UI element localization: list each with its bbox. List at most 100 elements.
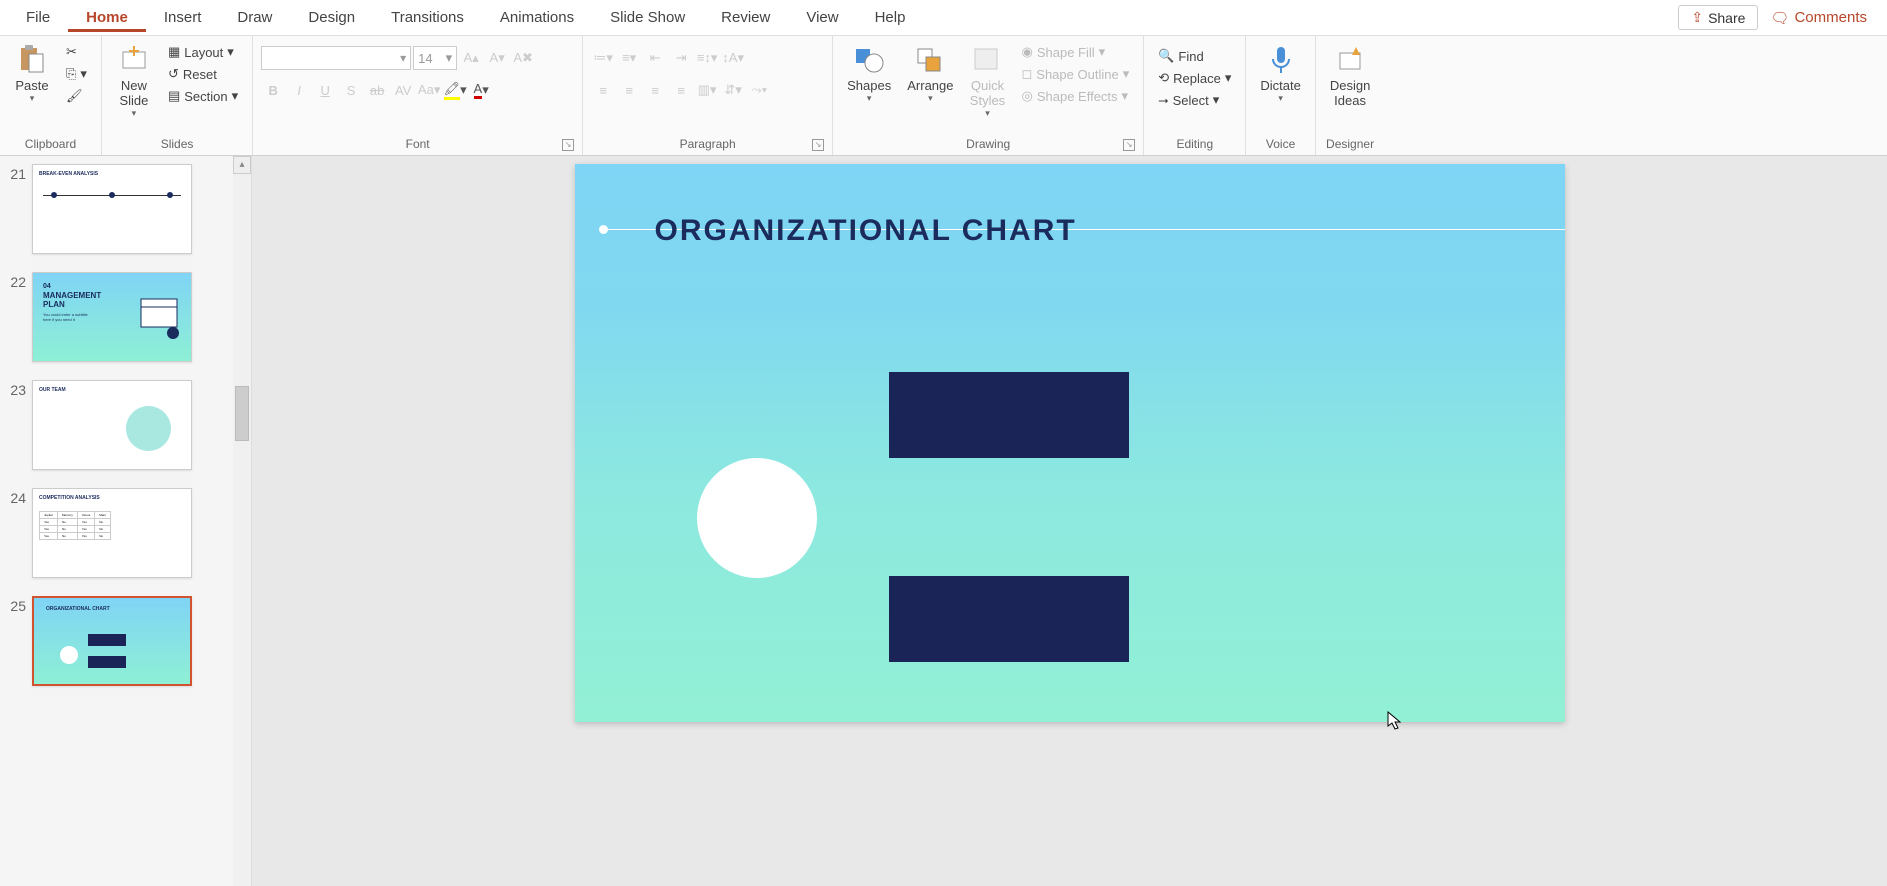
share-icon: ⇪ [1691,9,1703,26]
shape-fill-button[interactable]: ◉Shape Fill▾ [1017,42,1133,62]
tab-animations[interactable]: Animations [482,3,592,32]
design-ideas-button[interactable]: Design Ideas [1324,40,1376,112]
slide-thumbnail-24[interactable]: 24 COMPETITION ANALYSIS JupiterMercuryVe… [4,488,229,578]
gear-illustration-icon [126,406,171,451]
change-case-button[interactable]: Aa▾ [417,78,441,102]
spacing-button[interactable]: AV [391,78,415,102]
circle-shape[interactable] [697,458,817,578]
scrollbar-thumb[interactable] [235,386,249,441]
thumb-rect-shape [88,656,126,668]
shapes-icon [853,44,885,76]
scrollbar-track[interactable] [233,174,251,886]
slide-thumbnail-22[interactable]: 22 04 MANAGEMENT PLAN You could enter a … [4,272,229,362]
scroll-up-button[interactable]: ▴ [233,156,251,174]
paste-label: Paste [15,78,48,93]
share-button[interactable]: ⇪ Share [1678,5,1758,30]
italic-button[interactable]: I [287,78,311,102]
justify-button[interactable]: ≡ [669,78,693,102]
tab-slideshow[interactable]: Slide Show [592,3,703,32]
arrange-button[interactable]: Arrange▾ [901,40,959,108]
font-size-combo[interactable]: 14▾ [413,46,457,70]
slide-thumbnail-25[interactable]: 25 ORGANIZATIONAL CHART [4,596,229,686]
outline-icon: ◻ [1021,66,1032,82]
tab-help[interactable]: Help [857,3,924,32]
group-label-editing: Editing [1152,135,1237,153]
dictate-button[interactable]: Dictate▾ [1254,40,1306,108]
group-label-voice: Voice [1254,135,1306,153]
tab-draw[interactable]: Draw [219,3,290,32]
indent-button[interactable]: ⇥ [669,46,693,70]
tab-review[interactable]: Review [703,3,788,32]
shape-effects-button[interactable]: ◎Shape Effects▾ [1017,86,1133,106]
new-slide-label: New Slide [119,78,148,108]
font-color-button[interactable]: A▾ [469,78,493,102]
thumb-number: 22 [4,272,26,290]
paste-button[interactable]: Paste ▾ [8,40,56,108]
copy-button[interactable]: ⎘▾ [62,64,91,84]
slide-thumbnail-21[interactable]: 21 BREAK-EVEN ANALYSIS [4,164,229,254]
rectangle-shape-2[interactable] [889,576,1129,662]
bold-button[interactable]: B [261,78,285,102]
group-designer: Design Ideas Designer [1316,36,1384,155]
slide-title[interactable]: ORGANIZATIONAL CHART [655,214,1077,248]
align-center-button[interactable]: ≡ [617,78,641,102]
select-button[interactable]: ⭢Select▾ [1154,90,1235,110]
new-slide-button[interactable]: New Slide ▾ [110,40,158,123]
format-painter-button[interactable]: 🖌 [62,86,91,106]
tab-file[interactable]: File [8,3,68,32]
paragraph-launcher[interactable]: ↘ [812,139,824,151]
comments-button[interactable]: 🗨 Comments [1758,3,1879,33]
replace-button[interactable]: ⟲Replace▾ [1154,68,1235,88]
smartart-button[interactable]: ⤳▾ [747,78,771,102]
quick-styles-button[interactable]: Quick Styles▾ [963,40,1011,123]
shrink-font-button[interactable]: A▾ [485,46,509,70]
numbering-button[interactable]: ≡▾ [617,46,641,70]
cut-button[interactable]: ✂ [62,42,91,62]
slide-canvas-area[interactable]: ORGANIZATIONAL CHART [252,156,1887,886]
font-launcher[interactable]: ↘ [562,139,574,151]
thumb-number: 23 [4,380,26,398]
slide-canvas[interactable]: ORGANIZATIONAL CHART [575,164,1565,722]
outdent-button[interactable]: ⇤ [643,46,667,70]
columns-button[interactable]: ▥▾ [695,78,719,102]
shadow-button[interactable]: S [339,78,363,102]
thumb-number: 24 [4,488,26,506]
tab-home[interactable]: Home [68,3,146,32]
group-voice: Dictate▾ Voice [1246,36,1315,155]
align-left-button[interactable]: ≡ [591,78,615,102]
tab-view[interactable]: View [788,3,856,32]
tab-transitions[interactable]: Transitions [373,3,482,32]
grow-font-button[interactable]: A▴ [459,46,483,70]
ribbon: Paste ▾ ✂ ⎘▾ 🖌 Clipboard New Slide ▾ ▦La… [0,36,1887,156]
reset-button[interactable]: ↺Reset [164,64,242,84]
align-text-button[interactable]: ⇵▾ [721,78,745,102]
tab-design[interactable]: Design [290,3,373,32]
find-button[interactable]: 🔍Find [1154,46,1235,66]
menubar: File Home Insert Draw Design Transitions… [0,0,1887,36]
align-right-button[interactable]: ≡ [643,78,667,102]
line-spacing-button[interactable]: ≡↕▾ [695,46,719,70]
cursor-icon: ⭢ [1158,92,1168,108]
strike-button[interactable]: ab [365,78,389,102]
thumb-title: COMPETITION ANALYSIS [39,495,185,501]
thumb-title: ORGANIZATIONAL CHART [46,606,186,612]
shapes-button[interactable]: Shapes▾ [841,40,897,108]
bullets-button[interactable]: ≔▾ [591,46,615,70]
underline-button[interactable]: U [313,78,337,102]
drawing-launcher[interactable]: ↘ [1123,139,1135,151]
highlight-button[interactable]: 🖍▾ [443,78,467,102]
slide-thumbnail-23[interactable]: 23 OUR TEAM [4,380,229,470]
text-direction-button[interactable]: ↕A▾ [721,46,745,70]
thumb-number: 21 [4,164,26,182]
thumb-table: JupiterMercuryVenusMarsYesNoYesNoYesNoYe… [39,511,111,540]
group-drawing: Shapes▾ Arrange▾ Quick Styles▾ ◉Shape Fi… [833,36,1144,155]
section-button[interactable]: ▤Section▾ [164,86,242,106]
shape-outline-button[interactable]: ◻Shape Outline▾ [1017,64,1133,84]
font-name-combo[interactable]: ▾ [261,46,411,70]
tab-insert[interactable]: Insert [146,3,220,32]
thumb-title: BREAK-EVEN ANALYSIS [39,171,185,177]
clear-format-button[interactable]: A✖ [511,46,535,70]
layout-button[interactable]: ▦Layout▾ [164,42,242,62]
rectangle-shape-1[interactable] [889,372,1129,458]
mic-icon [1265,44,1297,76]
